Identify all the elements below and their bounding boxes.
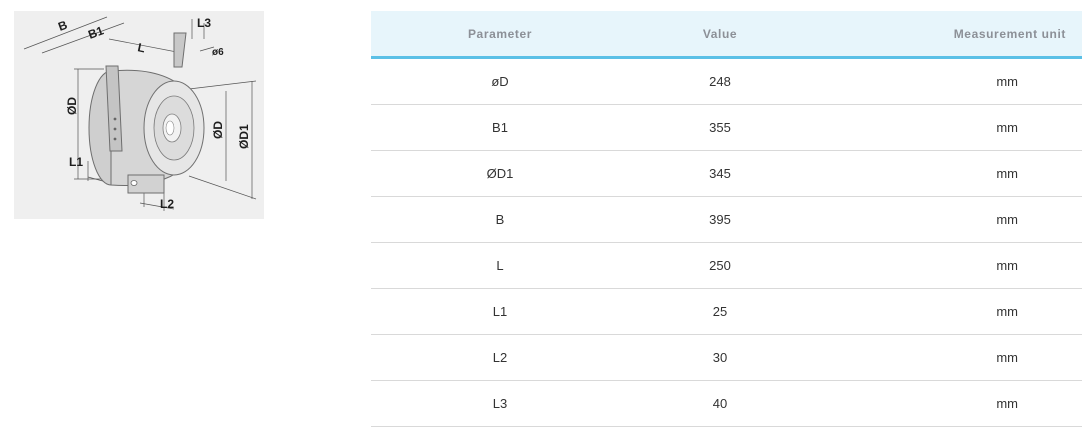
cell-unit: mm (811, 196, 1082, 243)
fan-dimension-drawing: B B1 L L3 ø6 ØD ØD ØD1 L1 L2 (14, 11, 264, 219)
cell-unit: mm (811, 334, 1082, 381)
table-row: B 395 mm (371, 196, 1082, 243)
cell-value: 248 (629, 57, 811, 105)
cell-parameter: L (371, 242, 629, 289)
label-l2: L2 (160, 197, 174, 211)
cell-parameter: L2 (371, 334, 629, 381)
cell-parameter: ØD1 (371, 150, 629, 197)
header-value: Value (629, 11, 811, 59)
cell-unit: mm (811, 104, 1082, 151)
cell-unit: mm (811, 288, 1082, 335)
table-row: ØD1 345 mm (371, 150, 1082, 197)
cell-unit: mm (811, 150, 1082, 197)
cell-unit: mm (811, 242, 1082, 289)
cell-value: 25 (629, 288, 811, 335)
label-l: L (136, 40, 146, 55)
label-phi6: ø6 (212, 47, 224, 58)
cell-parameter: L3 (371, 380, 629, 427)
parameters-table: Parameter Value Measurement unit øD 248 … (371, 11, 1082, 427)
cell-parameter: L1 (371, 288, 629, 335)
label-phid1: ØD1 (237, 124, 251, 149)
table-row: L1 25 mm (371, 288, 1082, 335)
table-row: L3 40 mm (371, 380, 1082, 427)
cell-parameter: B1 (371, 104, 629, 151)
header-parameter: Parameter (371, 11, 629, 59)
label-l3: L3 (197, 16, 211, 30)
cell-value: 345 (629, 150, 811, 197)
table-row: B1 355 mm (371, 104, 1082, 151)
table-row: L2 30 mm (371, 334, 1082, 381)
label-b1: B1 (86, 23, 106, 42)
label-l1: L1 (69, 155, 83, 169)
cell-unit: mm (811, 380, 1082, 427)
fan-body (88, 32, 205, 194)
cell-parameter: B (371, 196, 629, 243)
cell-parameter: øD (371, 57, 629, 105)
label-phid-left: ØD (65, 97, 79, 115)
cell-value: 355 (629, 104, 811, 151)
header-measurement-unit: Measurement unit (811, 11, 1082, 59)
label-phid-right: ØD (211, 121, 225, 139)
table-row: øD 248 mm (371, 57, 1082, 105)
cell-value: 395 (629, 196, 811, 243)
table-header-row: Parameter Value Measurement unit (371, 11, 1082, 59)
cell-unit: mm (811, 57, 1082, 105)
cell-value: 40 (629, 380, 811, 427)
cell-value: 250 (629, 242, 811, 289)
table-row: L 250 mm (371, 242, 1082, 289)
cell-value: 30 (629, 334, 811, 381)
label-b: B (56, 18, 69, 34)
fan-technical-diagram: B B1 L L3 ø6 ØD ØD ØD1 L1 L2 (23, 16, 257, 211)
